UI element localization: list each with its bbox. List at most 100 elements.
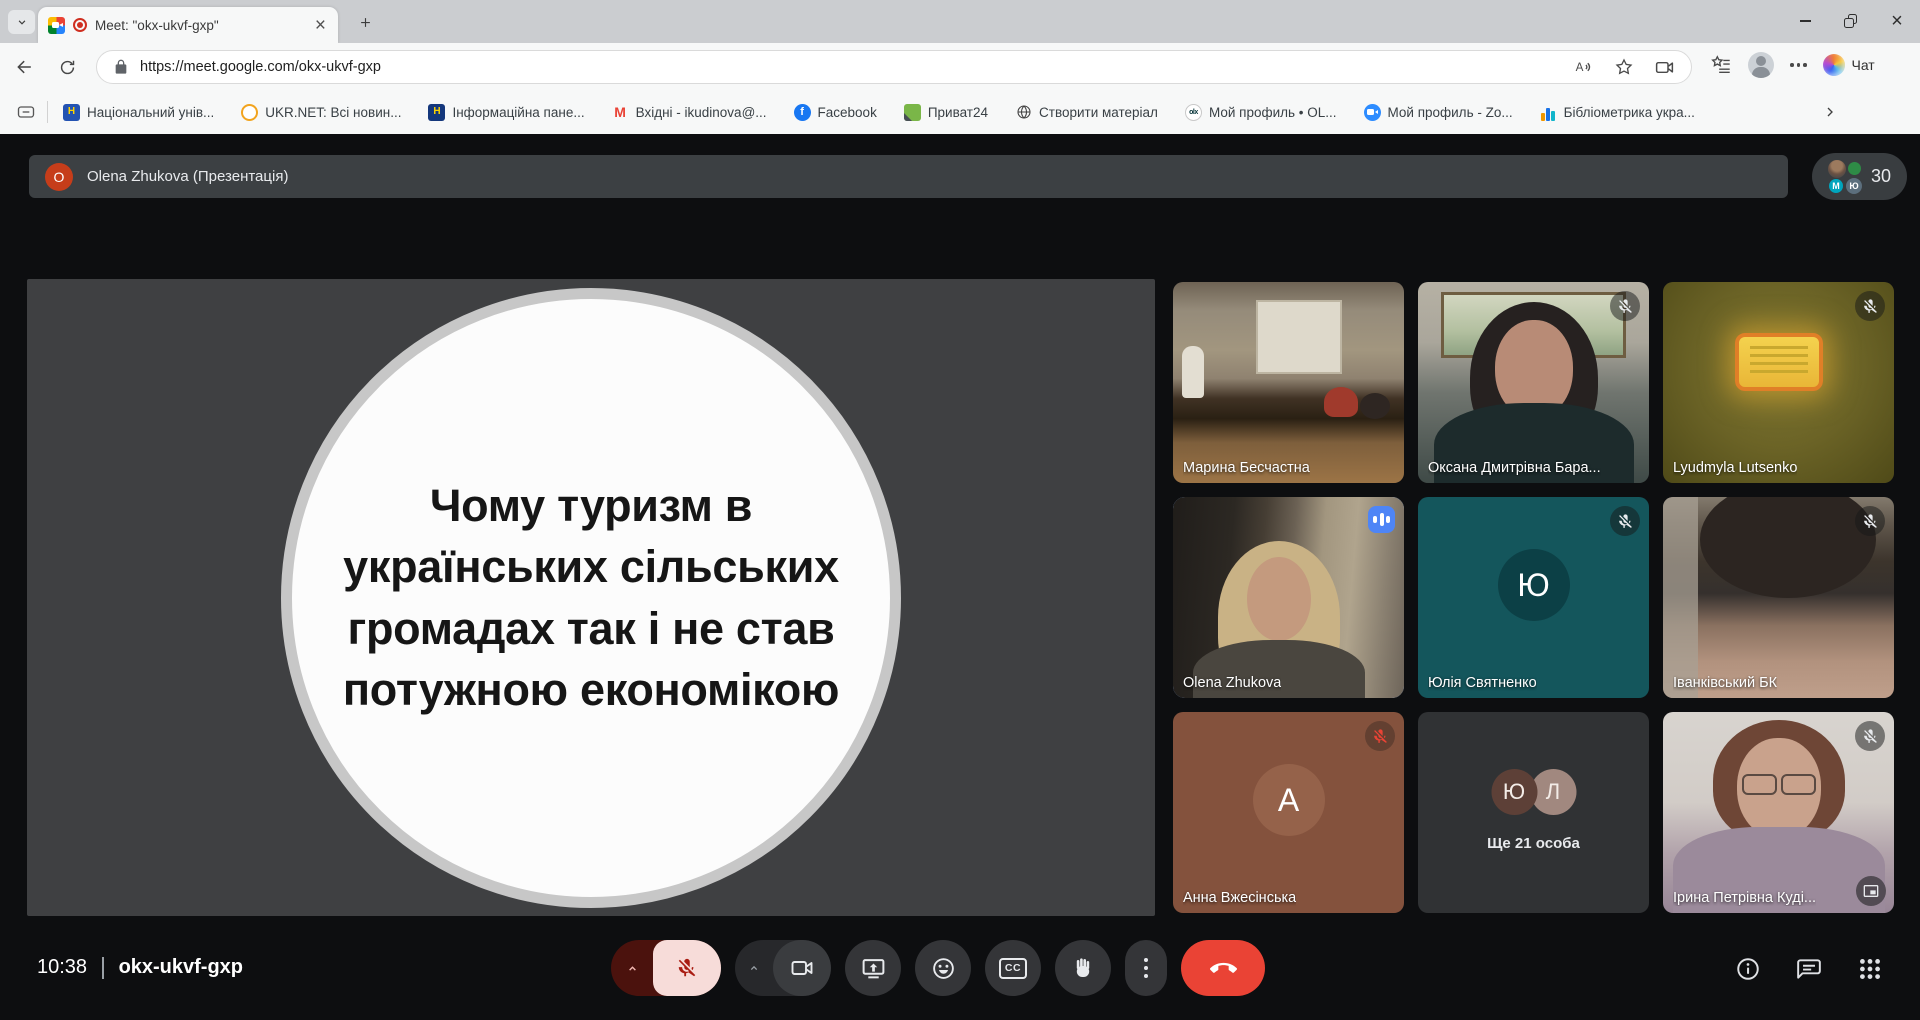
dashboard-favicon: Н bbox=[428, 103, 446, 121]
address-bar[interactable]: https://meet.google.com/okx-ukvf-gxp A bbox=[96, 50, 1692, 84]
leave-call-button[interactable] bbox=[1181, 940, 1265, 996]
mic-muted-icon bbox=[1855, 721, 1885, 751]
mic-muted-icon bbox=[1365, 721, 1395, 751]
camera-button[interactable] bbox=[773, 940, 831, 996]
svg-text:A: A bbox=[1576, 61, 1584, 74]
bookmarks-overflow-button[interactable] bbox=[1822, 104, 1838, 120]
participant-avatars-cluster: M Ю bbox=[1827, 159, 1862, 194]
back-arrow-icon bbox=[17, 60, 31, 74]
presentation-tile[interactable]: Чому туризм в українських сільських гром… bbox=[27, 279, 1155, 916]
participant-tile[interactable]: Іванківський БК bbox=[1663, 497, 1894, 698]
participants-count-button[interactable]: M Ю 30 bbox=[1812, 153, 1907, 200]
participant-name: Olena Zhukova bbox=[1183, 675, 1282, 691]
read-aloud-icon[interactable]: A bbox=[1574, 57, 1594, 77]
divider bbox=[102, 956, 104, 979]
tab-recording-indicator-icon bbox=[73, 18, 87, 32]
end-call-icon bbox=[1209, 962, 1237, 973]
browser-menu-icon[interactable] bbox=[1790, 63, 1807, 67]
bookmark-item[interactable]: Н Інформаційна пане... bbox=[428, 103, 585, 121]
refresh-button[interactable] bbox=[52, 52, 82, 82]
participant-tile[interactable]: Ю Юлія Святненко bbox=[1418, 497, 1649, 698]
favorite-star-icon[interactable] bbox=[1614, 57, 1634, 77]
bookmark-item[interactable]: Приват24 bbox=[903, 103, 988, 121]
participant-tile[interactable]: Lyudmyla Lutsenko bbox=[1663, 282, 1894, 483]
mini-avatar: Ю bbox=[1845, 177, 1862, 194]
participant-tile[interactable]: Ірина Петрівна Куді... bbox=[1663, 712, 1894, 913]
slide-title-text: Чому туризм в українських сільських гром… bbox=[342, 480, 840, 715]
bookmark-label: Facebook bbox=[817, 104, 877, 120]
bookmark-label: Мой профиль - Zo... bbox=[1387, 104, 1513, 120]
call-controls: CC bbox=[611, 940, 1265, 996]
favorites-list-icon[interactable] bbox=[1710, 54, 1732, 76]
close-icon: × bbox=[1891, 9, 1903, 32]
present-screen-button[interactable] bbox=[845, 940, 901, 996]
picture-in-picture-icon[interactable] bbox=[1856, 876, 1886, 906]
participant-name: Анна Вжесінська bbox=[1183, 890, 1297, 906]
participant-name: Lyudmyla Lutsenko bbox=[1673, 460, 1798, 476]
chevron-down-icon bbox=[18, 20, 25, 25]
close-button[interactable]: × bbox=[1874, 0, 1920, 42]
reactions-button[interactable] bbox=[915, 940, 971, 996]
copilot-icon bbox=[1822, 54, 1845, 76]
chat-icon[interactable] bbox=[1796, 956, 1822, 982]
participant-tile[interactable]: Оксана Дмитрівна Бара... bbox=[1418, 282, 1649, 483]
olx-favicon: olx bbox=[1184, 103, 1202, 121]
bookmark-item[interactable]: Створити матеріал bbox=[1015, 104, 1158, 121]
avatar: Ю bbox=[1497, 549, 1570, 622]
avatar: А bbox=[1252, 764, 1325, 837]
gmail-favicon: M bbox=[614, 104, 626, 120]
presenter-avatar: O bbox=[45, 162, 73, 191]
info-icon[interactable] bbox=[1735, 956, 1761, 982]
tab-search-button[interactable] bbox=[8, 10, 35, 34]
mic-button-group bbox=[611, 940, 721, 996]
overflow-avatars: Ю Л bbox=[1491, 769, 1576, 816]
bookmark-item[interactable]: olx Мой профиль • OL... bbox=[1184, 103, 1337, 121]
mic-options-chevron[interactable] bbox=[611, 940, 653, 996]
smiley-icon bbox=[932, 957, 954, 979]
new-tab-button[interactable] bbox=[352, 9, 378, 35]
bibliometrics-favicon bbox=[1540, 104, 1557, 121]
mini-avatar: M bbox=[1828, 178, 1843, 193]
mic-muted-button[interactable] bbox=[653, 940, 721, 996]
bookmark-item[interactable]: Мой профиль - Zo... bbox=[1363, 103, 1513, 121]
presentation-banner[interactable]: O Olena Zhukova (Презентація) bbox=[29, 155, 1788, 198]
copilot-chat-button[interactable]: Чат bbox=[1822, 54, 1875, 76]
lock-icon[interactable] bbox=[113, 59, 129, 75]
participants-count: 30 bbox=[1870, 166, 1892, 186]
avatar: Ю bbox=[1491, 769, 1537, 816]
back-button[interactable] bbox=[10, 52, 40, 82]
minimize-button[interactable] bbox=[1782, 0, 1828, 42]
bookmark-label: Інформаційна пане... bbox=[452, 104, 585, 120]
bookmark-item[interactable]: Н Національний унів... bbox=[63, 103, 214, 121]
participant-tile[interactable]: А Анна Вжесінська bbox=[1173, 712, 1404, 913]
browser-tab[interactable]: Meet: "okx-ukvf-gxp" × bbox=[38, 7, 338, 43]
bookmark-item[interactable]: Бібліометрика укра... bbox=[1540, 104, 1695, 121]
mic-muted-icon bbox=[1610, 506, 1640, 536]
bookmark-item[interactable]: UKR.NET: Всі новин... bbox=[241, 103, 401, 121]
participants-grid: Марина Бесчастна Оксана Дмитрівна Бара..… bbox=[1173, 282, 1894, 913]
more-options-button[interactable] bbox=[1125, 940, 1167, 996]
restore-button[interactable] bbox=[1828, 0, 1874, 42]
raise-hand-button[interactable] bbox=[1055, 940, 1111, 996]
participant-tile-speaking[interactable]: Olena Zhukova bbox=[1173, 497, 1404, 698]
meeting-code: okx-ukvf-gxp bbox=[118, 956, 244, 978]
profile-avatar[interactable] bbox=[1748, 52, 1774, 78]
privat24-favicon bbox=[903, 103, 921, 121]
university-favicon: Н bbox=[63, 103, 80, 121]
chevron-right-icon bbox=[1827, 107, 1833, 117]
tab-close-icon[interactable]: × bbox=[313, 16, 328, 35]
web-capture-camera-icon[interactable] bbox=[1654, 57, 1675, 78]
video-thumbnail bbox=[1173, 282, 1404, 483]
bookmark-item[interactable]: f Facebook bbox=[793, 103, 877, 121]
address-bar-actions: A bbox=[1574, 57, 1675, 78]
refresh-icon bbox=[60, 60, 74, 74]
overflow-tile[interactable]: Ю Л Ще 21 особа bbox=[1418, 712, 1649, 913]
camera-options-chevron[interactable] bbox=[735, 940, 773, 996]
sidebar-toggle-icon[interactable] bbox=[16, 102, 36, 122]
meeting-side-actions bbox=[1735, 956, 1883, 982]
bookmark-item[interactable]: M Вхідні - ikudinova@... bbox=[612, 104, 766, 121]
captions-button[interactable]: CC bbox=[985, 940, 1041, 996]
window-controls: × bbox=[1782, 0, 1920, 42]
activities-grid-icon[interactable] bbox=[1857, 956, 1883, 982]
participant-tile[interactable]: Марина Бесчастна bbox=[1173, 282, 1404, 483]
